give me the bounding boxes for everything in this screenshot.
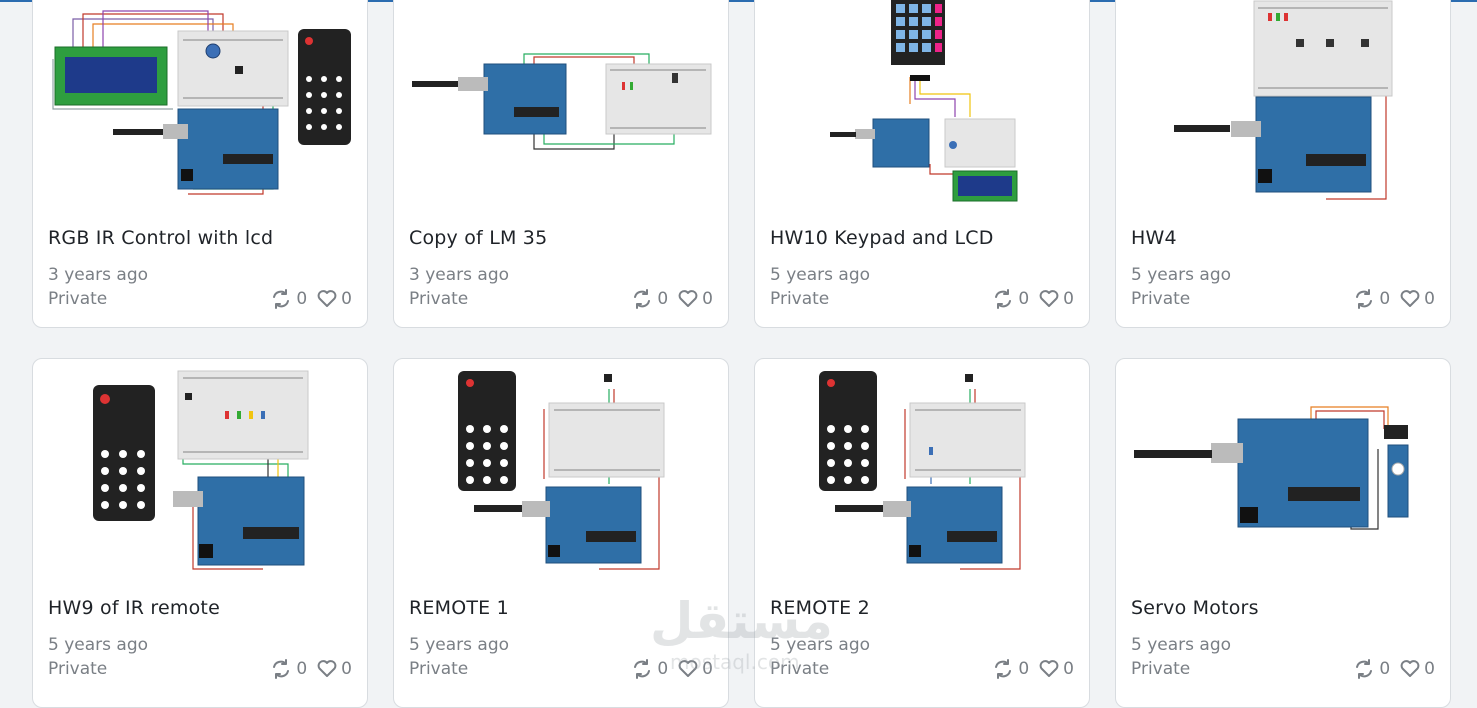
project-stats: 0 0 xyxy=(992,659,1074,679)
project-title[interactable]: HW10 Keypad and LCD xyxy=(770,227,994,249)
project-age: 3 years ago xyxy=(48,265,149,285)
like-count: 0 xyxy=(702,289,713,309)
heart-icon[interactable] xyxy=(1400,290,1420,308)
heart-icon[interactable] xyxy=(1039,660,1059,678)
remix-icon[interactable] xyxy=(1353,659,1375,679)
remix-icon[interactable] xyxy=(992,659,1014,679)
project-age: 5 years ago xyxy=(1131,635,1232,655)
project-title[interactable]: HW4 xyxy=(1131,227,1177,249)
project-card[interactable]: Copy of LM 35 3 years ago Private 0 0 xyxy=(393,0,729,328)
remix-count: 0 xyxy=(1379,659,1391,679)
project-visibility: Private xyxy=(1131,289,1191,309)
like-count: 0 xyxy=(1063,659,1074,679)
project-stats: 0 0 xyxy=(270,289,352,309)
project-title[interactable]: Copy of LM 35 xyxy=(409,227,547,249)
project-card[interactable]: RGB IR Control with lcd 3 years ago Priv… xyxy=(32,0,368,328)
remix-icon[interactable] xyxy=(631,659,653,679)
circuit-thumbnail xyxy=(1116,359,1450,564)
project-title[interactable]: Servo Motors xyxy=(1131,597,1259,619)
like-count: 0 xyxy=(341,659,352,679)
project-card[interactable]: HW10 Keypad and LCD 5 years ago Private … xyxy=(754,0,1090,328)
remix-icon[interactable] xyxy=(631,289,653,309)
project-stats: 0 0 xyxy=(631,659,713,679)
project-age: 5 years ago xyxy=(48,635,149,655)
remix-count: 0 xyxy=(657,289,669,309)
project-title[interactable]: RGB IR Control with lcd xyxy=(48,227,273,249)
project-title[interactable]: REMOTE 1 xyxy=(409,597,509,619)
project-card[interactable]: HW9 of IR remote 5 years ago Private 0 0 xyxy=(32,358,368,708)
remix-count: 0 xyxy=(1018,289,1030,309)
project-visibility: Private xyxy=(1131,659,1191,679)
heart-icon[interactable] xyxy=(317,660,337,678)
project-visibility: Private xyxy=(770,289,830,309)
heart-icon[interactable] xyxy=(1400,660,1420,678)
project-stats: 0 0 xyxy=(270,659,352,679)
project-card[interactable]: REMOTE 1 5 years ago Private 0 0 xyxy=(393,358,729,708)
like-count: 0 xyxy=(702,659,713,679)
circuit-thumbnail xyxy=(1116,0,1450,200)
project-title[interactable]: HW9 of IR remote xyxy=(48,597,220,619)
like-count: 0 xyxy=(1063,289,1074,309)
remix-icon[interactable] xyxy=(1353,289,1375,309)
remix-icon[interactable] xyxy=(270,659,292,679)
heart-icon[interactable] xyxy=(678,660,698,678)
circuit-thumbnail xyxy=(33,0,367,195)
heart-icon[interactable] xyxy=(317,290,337,308)
project-age: 5 years ago xyxy=(409,635,510,655)
heart-icon[interactable] xyxy=(1039,290,1059,308)
remix-count: 0 xyxy=(1379,289,1391,309)
circuit-thumbnail xyxy=(755,359,1089,570)
like-count: 0 xyxy=(1424,289,1435,309)
circuit-thumbnail xyxy=(33,359,367,570)
project-stats: 0 0 xyxy=(1353,289,1435,309)
project-age: 5 years ago xyxy=(770,265,871,285)
remix-count: 0 xyxy=(296,659,308,679)
remix-count: 0 xyxy=(1018,659,1030,679)
remix-icon[interactable] xyxy=(992,289,1014,309)
project-age: 3 years ago xyxy=(409,265,510,285)
project-visibility: Private xyxy=(409,289,469,309)
remix-count: 0 xyxy=(657,659,669,679)
like-count: 0 xyxy=(341,289,352,309)
project-stats: 0 0 xyxy=(1353,659,1435,679)
heart-icon[interactable] xyxy=(678,290,698,308)
project-card[interactable]: Servo Motors 5 years ago Private 0 0 xyxy=(1115,358,1451,708)
circuit-thumbnail xyxy=(394,0,728,194)
project-age: 5 years ago xyxy=(770,635,871,655)
like-count: 0 xyxy=(1424,659,1435,679)
circuit-thumbnail xyxy=(394,359,728,570)
project-age: 5 years ago xyxy=(1131,265,1232,285)
remix-icon[interactable] xyxy=(270,289,292,309)
project-title[interactable]: REMOTE 2 xyxy=(770,597,870,619)
circuit-thumbnail xyxy=(755,0,1089,202)
project-stats: 0 0 xyxy=(992,289,1074,309)
project-visibility: Private xyxy=(48,289,108,309)
project-card[interactable]: HW4 5 years ago Private 0 0 xyxy=(1115,0,1451,328)
remix-count: 0 xyxy=(296,289,308,309)
project-card[interactable]: REMOTE 2 5 years ago Private 0 0 xyxy=(754,358,1090,708)
project-visibility: Private xyxy=(409,659,469,679)
project-visibility: Private xyxy=(48,659,108,679)
project-stats: 0 0 xyxy=(631,289,713,309)
project-visibility: Private xyxy=(770,659,830,679)
